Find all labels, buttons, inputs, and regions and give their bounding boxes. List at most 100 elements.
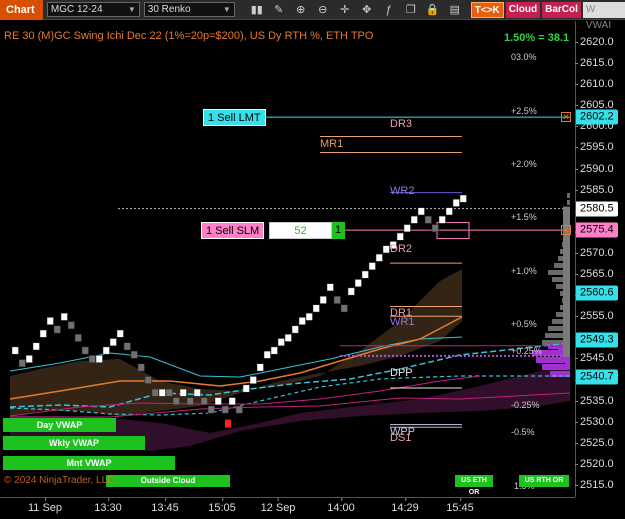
instrument-selector[interactable]: MGC 12-24 ▼ xyxy=(46,2,140,17)
cancel-order-icon[interactable]: ✕ xyxy=(561,225,571,235)
volume-profile-bar xyxy=(567,193,570,198)
price-axis[interactable]: 2620.0 2615.0 2610.0 2605.0 2600.0 2595.0 2590… xyxy=(575,21,625,497)
renko-up-brick xyxy=(410,215,418,224)
level-ds1: DS1 xyxy=(390,432,412,444)
weekly-vwap-label: Wkly VWAP xyxy=(3,436,145,450)
renko-up-brick xyxy=(242,384,250,393)
data-box-icon[interactable]: ▤ xyxy=(447,2,463,18)
renko-up-brick xyxy=(445,207,453,216)
time-label: 13:45 xyxy=(151,498,179,514)
renko-down-brick xyxy=(144,376,152,384)
order-count-badge[interactable]: 1 xyxy=(332,222,345,239)
renko-up-brick xyxy=(403,224,411,233)
renko-up-brick xyxy=(354,279,362,287)
renko-down-brick xyxy=(67,321,75,330)
pct-level-2-5: +2.5% xyxy=(511,106,537,116)
chart-toolbar: Chart MGC 12-24 ▼ 30 Renko ▼ ▮▮ ✎ ⊕ ⊖ ✛ … xyxy=(0,0,625,31)
renko-up-brick xyxy=(382,245,390,254)
renko-down-brick xyxy=(235,405,243,414)
interval-value: 30 Renko xyxy=(147,4,191,15)
renko-up-brick xyxy=(277,338,285,347)
renko-up-brick xyxy=(326,283,334,292)
renko-up-brick xyxy=(270,346,278,355)
chart-tab[interactable]: Chart xyxy=(0,0,43,20)
renko-down-brick xyxy=(165,388,173,397)
price-tick: 2570.0 xyxy=(575,246,614,259)
crosshair-icon[interactable]: ✛ xyxy=(337,2,353,18)
indicator-price-flag: 2540.7 xyxy=(576,369,618,385)
zoom-in-icon[interactable]: ⊕ xyxy=(293,2,309,18)
renko-up-brick xyxy=(284,334,292,342)
time-label: 15:45 xyxy=(446,498,474,514)
renko-down-brick xyxy=(53,325,61,334)
pan-icon[interactable]: ✥ xyxy=(359,2,375,18)
pct-level-1: +1.0% xyxy=(511,266,537,276)
cloud-toggle-button[interactable]: Cloud xyxy=(505,1,541,18)
order-quantity-field[interactable]: 52 xyxy=(269,222,332,239)
price-tick: 2530.0 xyxy=(575,415,614,428)
renko-up-brick xyxy=(39,329,47,338)
interval-selector[interactable]: 30 Renko ▼ xyxy=(143,2,235,17)
draw-icon[interactable]: ✎ xyxy=(271,2,287,18)
sell-stop-order[interactable]: 1 Sell SLM xyxy=(201,222,265,239)
level-dr3: DR3 xyxy=(390,118,413,130)
level-mr1: MR1 xyxy=(320,138,344,150)
renko-up-brick xyxy=(46,317,54,325)
renko-up-brick xyxy=(158,388,166,397)
price-tick: 2595.0 xyxy=(575,141,614,154)
renko-up-brick xyxy=(298,317,306,325)
tk-toggle-button[interactable]: T<>K xyxy=(470,1,504,18)
price-tick: 2590.0 xyxy=(575,162,614,175)
indicator-price-flag: 2549.3 xyxy=(576,332,618,348)
renko-up-brick xyxy=(312,304,320,313)
indicator-icon[interactable]: ƒ xyxy=(381,2,397,18)
renko-up-brick xyxy=(375,253,383,262)
renko-up-brick xyxy=(305,312,313,321)
us-rth-or-badge: US RTH OR xyxy=(519,475,569,487)
bar-style-icon[interactable]: ▮▮ xyxy=(249,2,265,18)
toolbar-icons: ▮▮ ✎ ⊕ ⊖ ✛ ✥ ƒ ❐ 🔒 ▤ xyxy=(249,2,469,18)
sell-limit-price-flag: 2602.2 xyxy=(576,109,618,125)
renko-up-brick xyxy=(347,287,355,296)
renko-down-brick xyxy=(151,388,159,397)
time-label: 15:05 xyxy=(208,498,236,514)
price-tick: 2525.0 xyxy=(575,436,614,449)
clone-icon[interactable]: ❐ xyxy=(403,2,419,18)
cancel-order-icon[interactable]: ✕ xyxy=(561,112,571,122)
sell-limit-order[interactable]: 1 Sell LMT xyxy=(203,109,266,126)
pct-level-2: +2.0% xyxy=(511,159,537,169)
outside-cloud-badge: Outside Cloud xyxy=(106,475,230,487)
lock-icon[interactable]: 🔒 xyxy=(425,2,441,18)
pct-level-0-25: +0.25% xyxy=(511,346,542,356)
renko-down-brick xyxy=(88,355,96,363)
level-wr2: WR2 xyxy=(390,185,415,197)
renko-up-brick xyxy=(319,296,327,304)
us-eth-or-badge: US ETH OR xyxy=(455,475,493,496)
renko-up-brick xyxy=(361,270,369,279)
renko-up-brick xyxy=(459,194,467,203)
renko-down-brick xyxy=(130,350,138,359)
ichimoku-cloud xyxy=(10,269,462,416)
price-tick: 2610.0 xyxy=(575,78,614,91)
renko-down-brick xyxy=(186,397,194,406)
renko-up-brick xyxy=(368,262,376,271)
tpo-profile-bar xyxy=(542,364,570,370)
price-tick: 2545.0 xyxy=(575,352,614,365)
renko-up-brick xyxy=(228,397,236,406)
time-axis[interactable]: 11 Sep 13:30 13:45 15:05 12 Sep 14:00 14:29 15:… xyxy=(0,497,575,519)
renko-up-brick xyxy=(249,376,257,384)
renko-down-brick xyxy=(18,359,26,368)
renko-up-brick xyxy=(11,346,19,355)
pct-level-neg-0-25: -0.25% xyxy=(511,400,540,410)
renko-down-brick xyxy=(74,334,82,342)
zoom-out-icon[interactable]: ⊖ xyxy=(315,2,331,18)
price-tick: 2615.0 xyxy=(575,57,614,70)
sell-stop-price-flag: 2575.4 xyxy=(576,222,618,238)
renko-up-brick xyxy=(396,232,404,241)
chevron-down-icon: ▼ xyxy=(127,5,136,14)
time-label: 11 Sep xyxy=(27,498,63,514)
price-tick: 2555.0 xyxy=(575,310,614,323)
vwap-toggle-button[interactable]: W VWAI xyxy=(582,1,625,31)
barcol-toggle-button[interactable]: BarCol xyxy=(542,1,581,18)
level-wr1: WR1 xyxy=(390,316,415,328)
